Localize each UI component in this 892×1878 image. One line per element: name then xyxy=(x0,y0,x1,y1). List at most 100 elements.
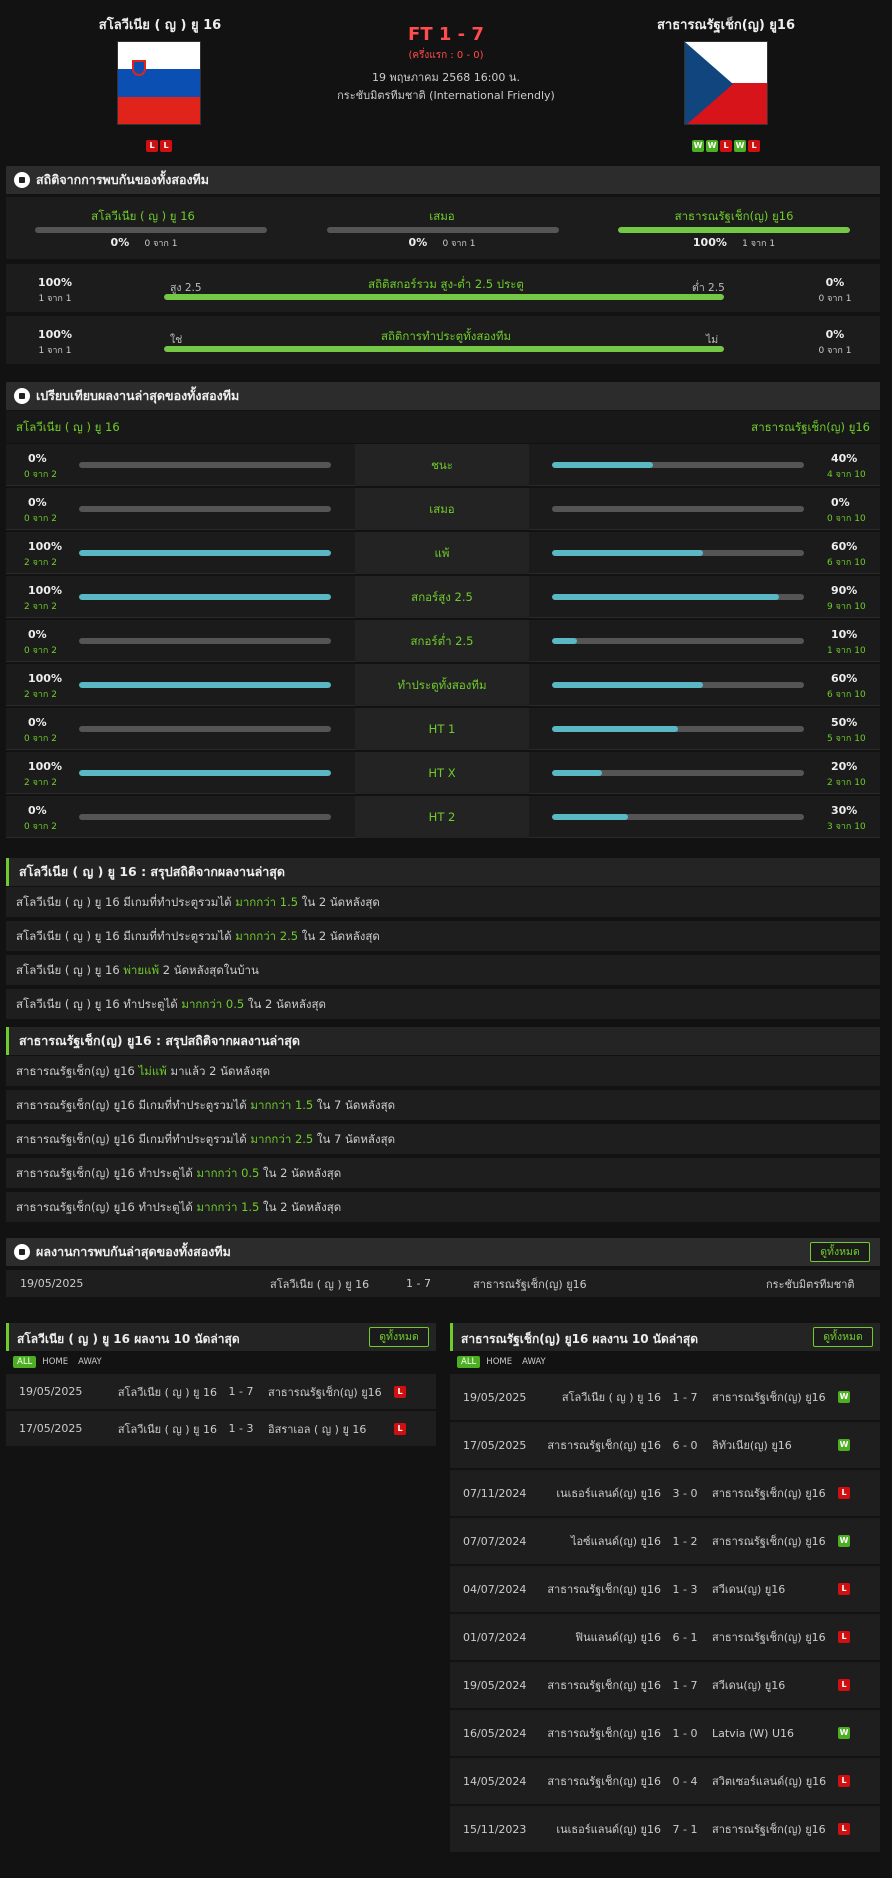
summary-row: สาธารณรัฐเช็ก(ญ) ยู16 ทำประตูได้ มากกว่า… xyxy=(6,1158,880,1189)
row-home-team: สโลวีเนีย ( ญ ) ยู 16 xyxy=(117,1422,217,1436)
compare-away-pct: 60% xyxy=(831,540,858,553)
competition-name[interactable]: กระชับมิตรทีมชาติ (International Friendl… xyxy=(276,86,616,104)
last10-row[interactable]: 14/05/2024 สาธารณรัฐเช็ก(ญ) ยู16 0 - 4 สวิต… xyxy=(450,1758,880,1805)
row-score: 0 - 4 xyxy=(672,1774,698,1788)
tab-home[interactable]: HOME xyxy=(38,1356,72,1368)
compare-away-sub: 9 จาก 10 xyxy=(827,602,866,612)
summary-row: สาธารณรัฐเช็ก(ญ) ยู16 มีเกมที่ทำประตูรวม… xyxy=(6,1090,880,1121)
row-score: 6 - 1 xyxy=(672,1630,698,1644)
compare-away-team[interactable]: สาธารณรัฐเช็ก(ญ) ยู16 xyxy=(751,419,870,437)
row-result: W xyxy=(837,1518,857,1564)
compare-away-bar xyxy=(552,682,804,688)
h2h-score: 1 - 7 xyxy=(406,1277,431,1290)
summary-highlight: มากกว่า 0.5 xyxy=(181,997,245,1011)
row-score: 3 - 0 xyxy=(672,1486,698,1500)
last10-row[interactable]: 19/05/2025 สโลวีเนีย ( ญ ) ยู 16 1 - 7 สาธา… xyxy=(450,1374,880,1421)
last10-row[interactable]: 16/05/2024 สาธารณรัฐเช็ก(ญ) ยู16 1 - 0 Latv… xyxy=(450,1710,880,1757)
compare-row-label: เสมอ xyxy=(355,488,529,530)
summary-text: 2 นัดหลังสุดในบ้าน xyxy=(159,963,259,977)
h2h-draw-stat: 0% 0 จาก 1 xyxy=(408,236,476,249)
compare-home-bar-fill xyxy=(79,682,331,688)
h2h-result-row[interactable]: 19/05/2025 สโลวีเนีย ( ญ ) ยู 16 1 - 7 สาธา… xyxy=(6,1270,880,1298)
last10-row[interactable]: 19/05/2025 สโลวีเนีย ( ญ ) ยู 16 1 - 7 สาธา… xyxy=(6,1374,436,1410)
result-badge: L xyxy=(838,1679,850,1691)
btts-right-pct: 0% xyxy=(825,328,845,341)
summary-text: สโลวีเนีย ( ญ ) ยู 16 มีเกมที่ทำประตูรวม… xyxy=(16,929,236,943)
last10-row[interactable]: 01/07/2024 ฟินแลนด์(ญ) ยู16 6 - 1 สาธารณรัฐ… xyxy=(450,1614,880,1661)
football-icon xyxy=(14,172,30,188)
result-badge: W xyxy=(706,140,718,152)
tab-all[interactable]: ALL xyxy=(457,1356,481,1368)
ou-left-pct: 100% xyxy=(38,276,72,289)
btts-bar xyxy=(164,346,724,352)
last10-row[interactable]: 04/07/2024 สาธารณรัฐเช็ก(ญ) ยู16 1 - 3 สวีเ… xyxy=(450,1566,880,1613)
summary-highlight: มากกว่า 1.5 xyxy=(196,1200,260,1214)
match-score: FT 1 - 7 xyxy=(408,24,484,45)
btts-left-sub: 1 จาก 1 xyxy=(38,346,72,356)
compare-home-pct: 100% xyxy=(28,672,62,685)
compare-away-bar xyxy=(552,814,804,820)
compare-row-label: HT X xyxy=(355,752,529,794)
slovenia-flag xyxy=(117,41,201,125)
tab-away[interactable]: AWAY xyxy=(74,1356,106,1368)
row-away-team: สวีเดน(ญ) ยู16 xyxy=(712,1583,786,1596)
row-result: W xyxy=(837,1710,857,1756)
compare-home-pct: 0% xyxy=(28,452,47,465)
row-score: 1 - 7 xyxy=(672,1390,698,1404)
row-home-team: สาธารณรัฐเช็ก(ญ) ยู16 xyxy=(547,1727,661,1740)
away-last10-view-all-button[interactable]: ดูทั้งหมด xyxy=(813,1327,873,1347)
last10-row[interactable]: 17/05/2025 สาธารณรัฐเช็ก(ญ) ยู16 6 - 0 ลิทั… xyxy=(450,1422,880,1469)
last10-row[interactable]: 07/11/2024 เนเธอร์แลนด์(ญ) ยู16 3 - 0 สาธาร… xyxy=(450,1470,880,1517)
summary-row: สโลวีเนีย ( ญ ) ยู 16 มีเกมที่ทำประตูรวม… xyxy=(6,887,880,918)
tab-away[interactable]: AWAY xyxy=(518,1356,550,1368)
h2h-results-header: ผลงานการพบกันล่าสุดของทั้งสองทีม xyxy=(6,1238,880,1266)
tab-all[interactable]: ALL xyxy=(13,1356,37,1368)
row-away-team: สาธารณรัฐเช็ก(ญ) ยู16 xyxy=(712,1631,826,1644)
row-home-team: สโลวีเนีย ( ญ ) ยู 16 xyxy=(561,1391,661,1404)
h2h-wdl-box: สโลวีเนีย ( ญ ) ยู 16 0% 0 จาก 1 เสมอ 0%… xyxy=(6,197,880,259)
summary-text: สโลวีเนีย ( ญ ) ยู 16 xyxy=(16,963,124,977)
summary-highlight: ไม่แพ้ xyxy=(138,1064,167,1078)
row-home-team: สาธารณรัฐเช็ก(ญ) ยู16 xyxy=(547,1583,661,1596)
summary-highlight: มากกว่า 1.5 xyxy=(235,895,299,909)
row-date: 17/05/2025 xyxy=(463,1438,527,1452)
compare-home-pct: 0% xyxy=(28,716,47,729)
last10-row[interactable]: 15/11/2023 เนเธอร์แลนด์(ญ) ยู16 7 - 1 สาธาร… xyxy=(450,1806,880,1853)
home-team-name[interactable]: สโลวีเนีย ( ญ ) ยู 16 xyxy=(60,14,260,35)
compare-home-team[interactable]: สโลวีเนีย ( ญ ) ยู 16 xyxy=(16,419,120,437)
last10-row[interactable]: 07/07/2024 ไอซ์แลนด์(ญ) ยู16 1 - 2 สาธารณรั… xyxy=(450,1518,880,1565)
last10-row[interactable]: 19/05/2024 สาธารณรัฐเช็ก(ญ) ยู16 1 - 7 สวีเ… xyxy=(450,1662,880,1709)
row-score: 1 - 7 xyxy=(228,1385,254,1398)
compare-away-sub: 4 จาก 10 xyxy=(827,470,866,480)
away-last10-tabs: ALL HOME AWAY xyxy=(457,1356,552,1368)
row-away-team: สวีเดน(ญ) ยู16 xyxy=(712,1679,786,1692)
home-last10-view-all-button[interactable]: ดูทั้งหมด xyxy=(369,1327,429,1347)
result-badge: L xyxy=(838,1775,850,1787)
compare-home-bar xyxy=(79,814,331,820)
row-result: L xyxy=(837,1662,857,1708)
h2h-view-all-button[interactable]: ดูทั้งหมด xyxy=(810,1242,870,1262)
row-home-team: ไอซ์แลนด์(ญ) ยู16 xyxy=(571,1535,661,1548)
compare-home-bar xyxy=(79,682,331,688)
row-home-team: สาธารณรัฐเช็ก(ญ) ยู16 xyxy=(547,1679,661,1692)
compare-away-pct: 40% xyxy=(831,452,858,465)
compare-row: 0% 0 จาก 2 ชนะ 40% 4 จาก 10 xyxy=(6,444,880,486)
away-team-name[interactable]: สาธารณรัฐเช็ก(ญ) ยู16 xyxy=(626,14,826,35)
compare-home-sub: 0 จาก 2 xyxy=(24,822,57,832)
row-date: 14/05/2024 xyxy=(463,1774,527,1788)
h2h-date: 19/05/2025 xyxy=(20,1277,84,1290)
home-last10-tabs: ALL HOME AWAY xyxy=(13,1356,108,1368)
compare-home-pct: 100% xyxy=(28,584,62,597)
row-away-team: สาธารณรัฐเช็ก(ญ) ยู16 xyxy=(712,1487,826,1500)
row-date: 19/05/2025 xyxy=(463,1390,527,1404)
h2h-over-under-box: 100% 1 จาก 1 สูง 2.5 สถิติสกอร์รวม สูง-ต… xyxy=(6,264,880,312)
last10-row[interactable]: 17/05/2025 สโลวีเนีย ( ญ ) ยู 16 1 - 3 อิสร… xyxy=(6,1411,436,1447)
compare-away-sub: 0 จาก 10 xyxy=(827,514,866,524)
result-badge: L xyxy=(838,1487,850,1499)
row-result: L xyxy=(393,1374,413,1409)
compare-home-pct: 100% xyxy=(28,760,62,773)
tab-home[interactable]: HOME xyxy=(482,1356,516,1368)
ou-left-sub: 1 จาก 1 xyxy=(38,294,72,304)
row-date: 01/07/2024 xyxy=(463,1630,527,1644)
row-home-team: เนเธอร์แลนด์(ญ) ยู16 xyxy=(556,1823,661,1836)
